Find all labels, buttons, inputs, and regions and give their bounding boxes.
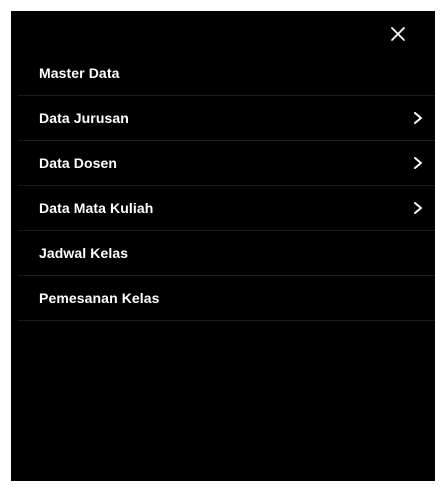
menu-item-label: Data Mata Kuliah (39, 200, 154, 216)
menu-item-jadwal-kelas[interactable]: Jadwal Kelas (18, 231, 435, 276)
menu-item-label: Pemesanan Kelas (39, 290, 160, 306)
menu-item-label: Master Data (39, 65, 120, 81)
menu-item-data-mata-kuliah[interactable]: Data Mata Kuliah (18, 186, 435, 231)
close-icon (391, 27, 405, 41)
chevron-right-icon (411, 201, 425, 215)
side-menu: Master Data Data Jurusan Data Dosen Data… (18, 51, 435, 321)
chevron-right-icon (411, 111, 425, 125)
menu-item-data-jurusan[interactable]: Data Jurusan (18, 96, 435, 141)
close-button[interactable] (383, 19, 413, 49)
chevron-right-icon (411, 156, 425, 170)
menu-item-data-dosen[interactable]: Data Dosen (18, 141, 435, 186)
menu-item-label: Jadwal Kelas (39, 245, 129, 261)
menu-item-pemesanan-kelas[interactable]: Pemesanan Kelas (18, 276, 435, 321)
menu-item-master-data: Master Data (18, 51, 435, 96)
menu-item-label: Data Dosen (39, 155, 118, 171)
side-menu-panel: Master Data Data Jurusan Data Dosen Data… (11, 11, 435, 481)
menu-item-label: Data Jurusan (39, 110, 129, 126)
